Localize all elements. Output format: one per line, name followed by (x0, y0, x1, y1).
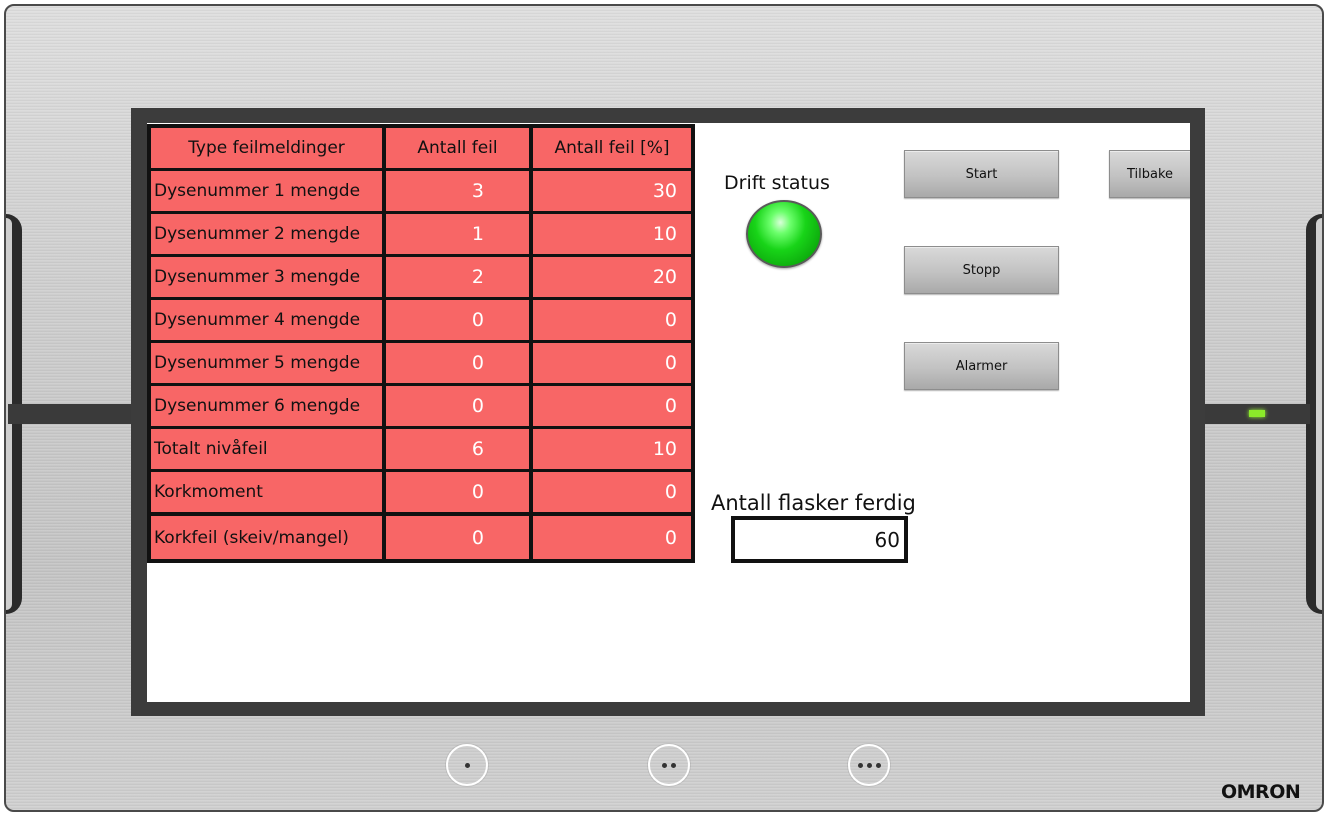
error-count-cell: 1 (386, 214, 529, 254)
error-percent-cell: 0 (533, 516, 691, 559)
alarmer-button[interactable]: Alarmer (904, 342, 1059, 390)
error-percent-cell: 0 (533, 300, 691, 340)
left-bezel-strip (8, 404, 134, 424)
error-count-cell: 3 (386, 171, 529, 211)
tilbake-button[interactable]: Tilbake (1109, 150, 1190, 198)
error-type-cell: Dysenummer 5 mengde (151, 343, 382, 383)
key-dot-icon (866, 762, 872, 768)
error-type-cell: Dysenummer 1 mengde (151, 171, 382, 211)
bottles-done-value: 60 (731, 516, 908, 563)
error-type-cell: Dysenummer 2 mengde (151, 214, 382, 254)
start-button[interactable]: Start (904, 150, 1059, 198)
function-key-1[interactable] (446, 744, 488, 786)
key-dot-icon (464, 762, 470, 768)
key-dot-icon (671, 762, 676, 768)
error-count-cell: 6 (386, 429, 529, 469)
error-table: Type feilmeldinger Antall feil Antall feil… (147, 124, 695, 563)
header-type: Type feilmeldinger (151, 128, 382, 168)
function-key-2[interactable] (648, 744, 690, 786)
error-type-cell: Dysenummer 6 mengde (151, 386, 382, 426)
drift-status-label: Drift status (724, 172, 830, 194)
error-type-cell: Korkfeil (skeiv/mangel) (151, 516, 382, 559)
error-count-cell: 0 (386, 343, 529, 383)
status-led (1249, 410, 1265, 417)
error-count-cell: 0 (386, 386, 529, 426)
error-count-cell: 0 (386, 472, 529, 512)
key-dot-icon (875, 762, 881, 768)
header-percent: Antall feil [%] (533, 128, 691, 168)
error-percent-cell: 0 (533, 343, 691, 383)
error-percent-cell: 0 (533, 472, 691, 512)
key-dot-icon (857, 762, 863, 768)
stopp-button[interactable]: Stopp (904, 246, 1059, 294)
bottles-done-label: Antall flasker ferdig (711, 491, 916, 515)
error-percent-cell: 0 (533, 386, 691, 426)
brand-logo: OMRON (1221, 781, 1301, 803)
error-type-cell: Dysenummer 3 mengde (151, 257, 382, 297)
error-count-cell: 0 (386, 300, 529, 340)
error-count-cell: 2 (386, 257, 529, 297)
error-percent-cell: 30 (533, 171, 691, 211)
hmi-screen: Type feilmeldinger Antall feil Antall feil… (147, 123, 1190, 702)
function-key-3[interactable] (848, 744, 890, 786)
error-count-cell: 0 (386, 516, 529, 559)
drift-status-lamp (746, 200, 822, 268)
error-type-cell: Dysenummer 4 mengde (151, 300, 382, 340)
error-type-cell: Korkmoment (151, 472, 382, 512)
error-percent-cell: 20 (533, 257, 691, 297)
header-count: Antall feil (386, 128, 529, 168)
key-dot-icon (662, 762, 667, 768)
error-type-cell: Totalt nivåfeil (151, 429, 382, 469)
error-percent-cell: 10 (533, 429, 691, 469)
error-percent-cell: 10 (533, 214, 691, 254)
